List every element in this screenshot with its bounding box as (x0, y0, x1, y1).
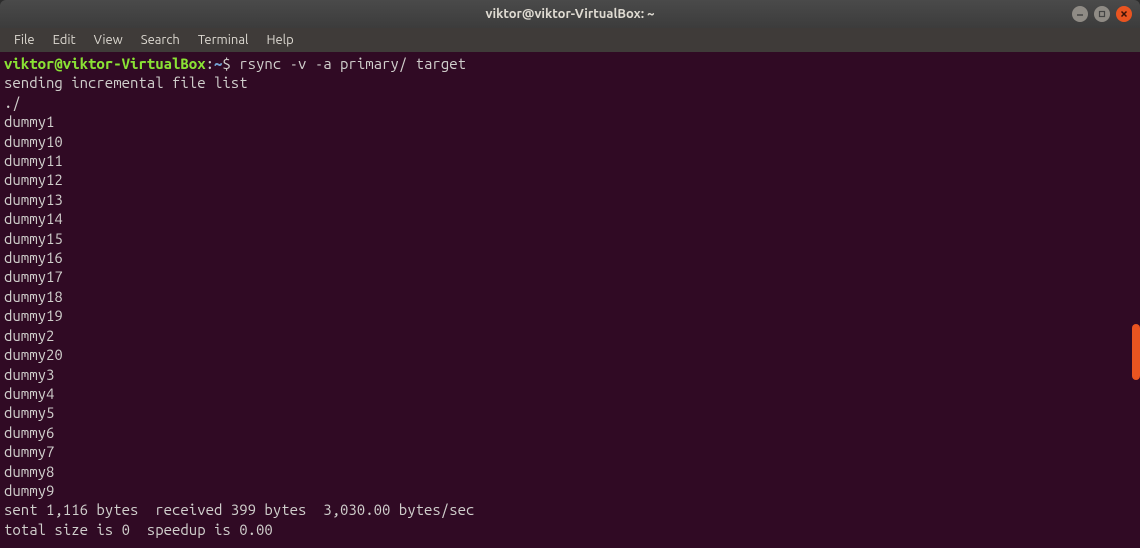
output-line: dummy1 (4, 112, 1136, 131)
output-line: dummy12 (4, 170, 1136, 189)
output-line: dummy17 (4, 267, 1136, 286)
prompt-dollar: $ (222, 55, 230, 72)
menu-help[interactable]: Help (258, 31, 301, 49)
output-line: dummy8 (4, 462, 1136, 481)
output-line: dummy14 (4, 209, 1136, 228)
titlebar: viktor@viktor-VirtualBox: ~ (0, 0, 1140, 28)
menubar: File Edit View Search Terminal Help (0, 28, 1140, 52)
maximize-button[interactable] (1094, 6, 1110, 22)
output-line: dummy11 (4, 151, 1136, 170)
close-icon (1120, 10, 1128, 18)
output-summary1: sent 1,116 bytes received 399 bytes 3,03… (4, 500, 1136, 519)
output-line: dummy4 (4, 384, 1136, 403)
window-controls (1072, 6, 1132, 22)
output-header: sending incremental file list (4, 73, 1136, 92)
prompt-line: viktor@viktor-VirtualBox:~$ rsync -v -a … (4, 54, 1136, 73)
output-line: dummy5 (4, 403, 1136, 422)
output-line: dummy16 (4, 248, 1136, 267)
output-line: dummy6 (4, 423, 1136, 442)
maximize-icon (1098, 10, 1106, 18)
menu-edit[interactable]: Edit (45, 31, 84, 49)
command-text: rsync -v -a primary/ target (231, 55, 466, 72)
output-line: dummy3 (4, 365, 1136, 384)
window-title: viktor@viktor-VirtualBox: ~ (486, 7, 655, 21)
close-button[interactable] (1116, 6, 1132, 22)
output-line: dummy10 (4, 132, 1136, 151)
output-line: dummy2 (4, 326, 1136, 345)
output-summary2: total size is 0 speedup is 0.00 (4, 520, 1136, 539)
minimize-icon (1076, 10, 1084, 18)
output-line: dummy15 (4, 229, 1136, 248)
output-line: dummy19 (4, 306, 1136, 325)
output-line: dummy20 (4, 345, 1136, 364)
menu-search[interactable]: Search (133, 31, 188, 49)
scrollbar-thumb[interactable] (1132, 324, 1140, 380)
output-line: dummy7 (4, 442, 1136, 461)
output-line: dummy13 (4, 190, 1136, 209)
prompt-userhost: viktor@viktor-VirtualBox (4, 55, 206, 72)
minimize-button[interactable] (1072, 6, 1088, 22)
menu-terminal[interactable]: Terminal (190, 31, 257, 49)
output-line: dummy18 (4, 287, 1136, 306)
output-line: dummy9 (4, 481, 1136, 500)
output-line: ./ (4, 93, 1136, 112)
menu-file[interactable]: File (6, 31, 43, 49)
terminal-area[interactable]: viktor@viktor-VirtualBox:~$ rsync -v -a … (0, 52, 1140, 548)
menu-view[interactable]: View (86, 31, 131, 49)
prompt-colon: : (206, 55, 214, 72)
